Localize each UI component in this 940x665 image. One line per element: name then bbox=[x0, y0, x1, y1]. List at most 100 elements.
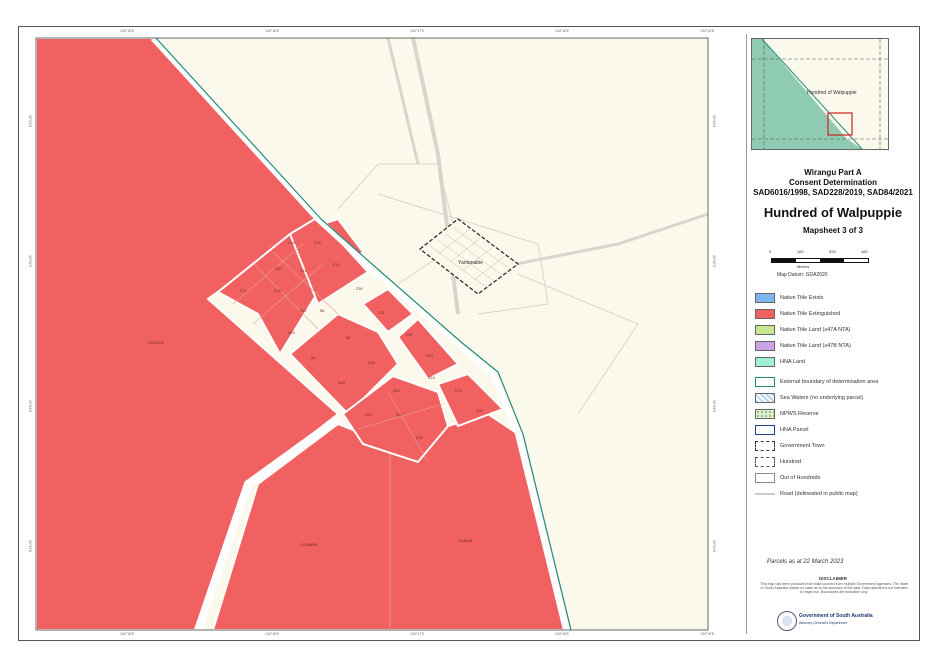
legend-item: Sea Waters (no underlying parcel) bbox=[755, 392, 863, 404]
inset-svg: Hundred of Walpuppie bbox=[752, 38, 888, 150]
tick-top-0: 134°15'E bbox=[120, 29, 135, 33]
legend-item: External boundary of determination area bbox=[755, 376, 878, 388]
title-hundred: Hundred of Walpuppie bbox=[763, 205, 903, 220]
lot-219: 219 bbox=[314, 240, 321, 245]
lot-210: 210 bbox=[275, 266, 282, 271]
lot-217: 217 bbox=[300, 308, 307, 313]
inset-label: Hundred of Walpuppie bbox=[807, 90, 857, 96]
lot-215: 215 bbox=[274, 288, 281, 293]
legend-item: Native Title Extinguished bbox=[755, 308, 840, 320]
gov-name: Government of South Australia bbox=[799, 613, 873, 619]
tick-right-0: 32°31'S bbox=[712, 115, 716, 128]
legend-label: NPWS Reserve bbox=[780, 411, 819, 417]
tick-left-2: 32°33'S bbox=[28, 400, 32, 413]
scale-tick-1: 160 bbox=[797, 249, 804, 254]
tick-right-3: 32°34'S bbox=[712, 540, 716, 553]
disclaimer-title: DISCLAIMER bbox=[819, 576, 847, 581]
lot-226: 226 bbox=[365, 412, 372, 417]
tick-left-1: 32°32'S bbox=[28, 255, 32, 268]
title-mapsheet: Mapsheet 3 of 3 bbox=[802, 226, 863, 235]
tick-bottom-2: 134°17'E bbox=[410, 632, 425, 636]
legend-label: Government Town bbox=[780, 443, 825, 449]
lot-221: 221 bbox=[416, 435, 423, 440]
legend-item: NPWS Reserve bbox=[755, 408, 819, 420]
gov-crest-icon bbox=[777, 611, 797, 631]
legend-label: Native Title Land (s47B NTA) bbox=[780, 343, 851, 349]
lot-229: 229 bbox=[426, 353, 433, 358]
legend-item: Government Town bbox=[755, 440, 825, 452]
label-town: Yantanabie bbox=[458, 260, 483, 266]
tick-left-3: 32°34'S bbox=[28, 540, 32, 553]
lot-218: 218 bbox=[288, 240, 295, 245]
legend-swatch bbox=[755, 425, 775, 435]
legend-item: HNA Parcel bbox=[755, 424, 808, 436]
label-bottom-right: D34426 bbox=[458, 538, 473, 543]
legend-label: Native Title Extinguished bbox=[780, 311, 841, 317]
legend-item: HNA Land bbox=[755, 356, 805, 368]
scale-unit: Metres bbox=[797, 264, 810, 269]
legend-label: Native Title Exists bbox=[780, 295, 824, 301]
legend-item: Native Title Land (s47B NTA) bbox=[755, 340, 851, 352]
legend-swatch bbox=[755, 441, 775, 451]
title-line2: Consent Determination bbox=[788, 178, 877, 187]
tick-left-0: 32°31'S bbox=[28, 115, 32, 128]
scale-bar bbox=[771, 258, 869, 263]
lot-227: 227 bbox=[396, 412, 403, 417]
legend-swatch bbox=[755, 457, 775, 467]
lot-220: 220 bbox=[476, 408, 483, 413]
tick-right-2: 32°33'S bbox=[712, 400, 716, 413]
map-svg: F218005 D118890 D34426 Yantanabie 218 21… bbox=[35, 35, 709, 632]
lot-233: 233 bbox=[288, 330, 295, 335]
scale-tick-2: 320 bbox=[829, 249, 836, 254]
map-canvas[interactable]: F218005 D118890 D34426 Yantanabie 218 21… bbox=[18, 14, 710, 635]
gov-dept: Attorney-General's Department bbox=[799, 621, 848, 625]
legend-item: Hundred bbox=[755, 456, 801, 468]
lot-211: 211 bbox=[300, 268, 307, 273]
legend-swatch bbox=[755, 473, 775, 483]
lot-223: 223 bbox=[455, 388, 462, 393]
legend-label: Hundred bbox=[780, 459, 802, 465]
label-left-large: F218005 bbox=[148, 340, 165, 345]
tick-bottom-1: 134°16'E bbox=[265, 632, 280, 636]
title-line1: Wirangu Part A bbox=[804, 168, 862, 177]
lot-213: 213 bbox=[240, 288, 247, 293]
map-datum: Map Datum: GDA2020 bbox=[777, 272, 828, 278]
scale-tick-0: 0 bbox=[769, 249, 772, 254]
scale-tick-3: 480 bbox=[861, 249, 868, 254]
legend-swatch bbox=[755, 309, 775, 319]
tick-right-1: 32°32'S bbox=[712, 255, 716, 268]
lot-224: 224 bbox=[428, 375, 435, 380]
lot-231: 231 bbox=[378, 310, 385, 315]
legend-label: HNA Parcel bbox=[780, 427, 809, 433]
lot-56: 56 bbox=[320, 308, 325, 313]
lot-212: 212 bbox=[333, 262, 340, 267]
parcels-date: Parcels as at 22 March 2023 bbox=[767, 559, 844, 565]
legend-label: Road (delineated in public map) bbox=[780, 491, 858, 497]
tick-bottom-3: 134°18'E bbox=[555, 632, 570, 636]
legend-item: Native Title Exists bbox=[755, 292, 823, 304]
lot-222: 222 bbox=[393, 388, 400, 393]
legend-swatch bbox=[755, 325, 775, 335]
lot-230: 230 bbox=[356, 286, 363, 291]
legend-label: Out of Hundreds bbox=[780, 475, 821, 481]
lot-225: 225 bbox=[338, 380, 345, 385]
legend-swatch bbox=[755, 341, 775, 351]
lot-54: 54 bbox=[311, 355, 316, 360]
legend-swatch bbox=[755, 293, 775, 303]
tick-bottom-0: 134°15'E bbox=[120, 632, 135, 636]
disclaimer-text: This map has been produced from data sou… bbox=[760, 582, 908, 595]
tick-top-4: 134°19'E bbox=[700, 29, 715, 33]
tick-top-1: 134°16'E bbox=[265, 29, 280, 33]
legend-item: Out of Hundreds bbox=[755, 472, 820, 484]
legend-swatch bbox=[755, 409, 775, 419]
legend-swatch bbox=[755, 393, 775, 403]
tick-bottom-4: 134°19'E bbox=[700, 632, 715, 636]
legend-swatch bbox=[755, 357, 775, 367]
legend-item: Native Title Land (s47A NTA) bbox=[755, 324, 851, 336]
inset-map[interactable]: Hundred of Walpuppie bbox=[751, 38, 889, 150]
legend-label: Native Title Land (s47A NTA) bbox=[780, 327, 851, 333]
legend-item: Road (delineated in public map) bbox=[755, 488, 858, 500]
tick-top-2: 134°17'E bbox=[410, 29, 425, 33]
lot-232: 232 bbox=[406, 332, 413, 337]
legend-swatch bbox=[755, 493, 775, 495]
